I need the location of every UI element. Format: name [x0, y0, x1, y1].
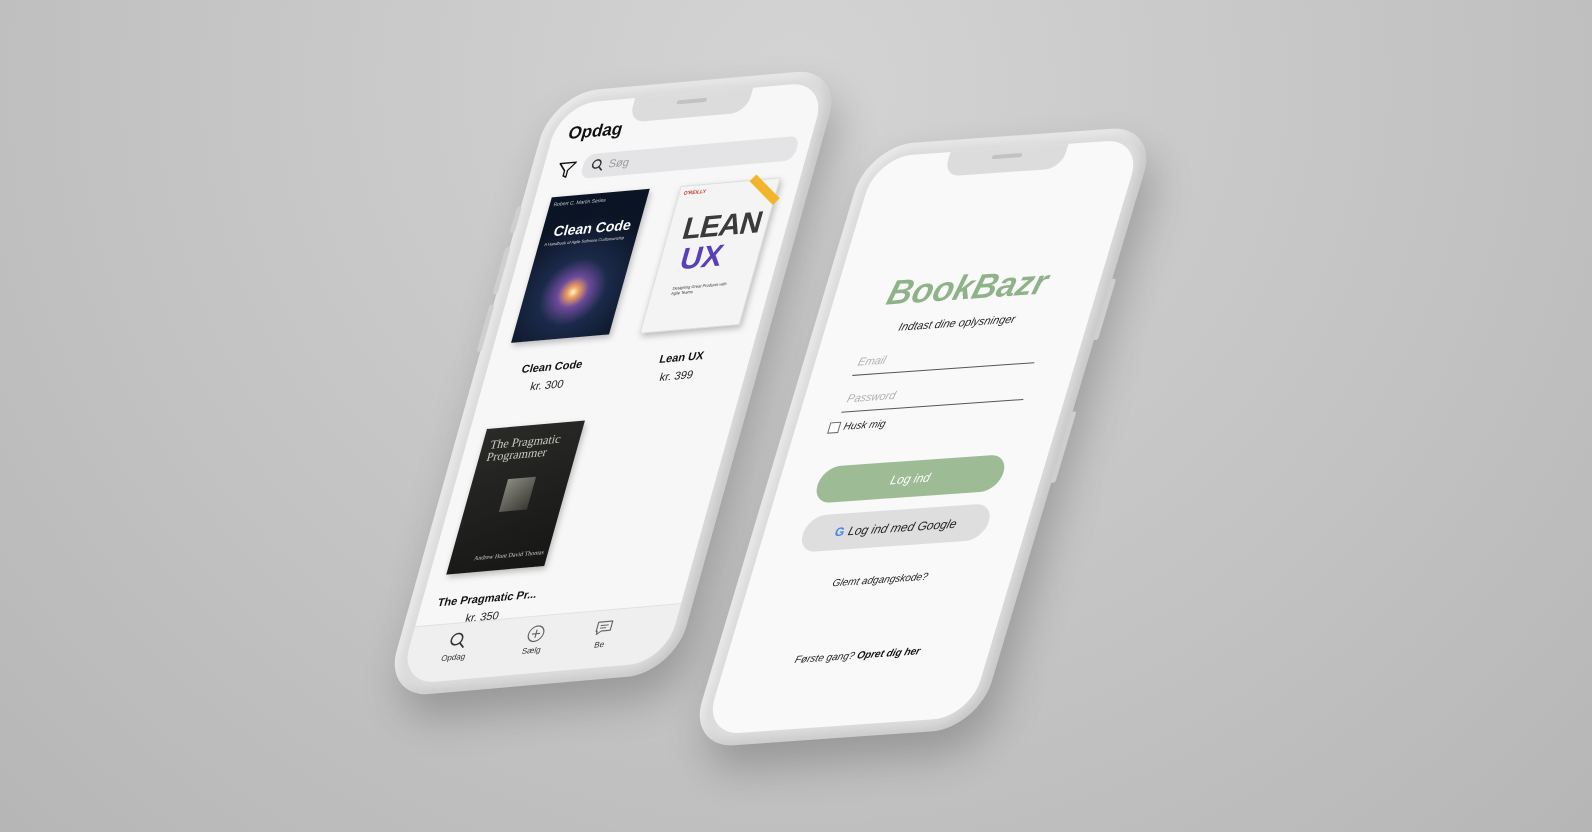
plus-circle-icon	[527, 625, 545, 643]
cover-title: The Pragmatic Programmer	[484, 431, 563, 465]
remember-label: Husk mig	[842, 418, 888, 433]
cover-publisher: O'REILLY	[682, 188, 707, 197]
brand-logo: BookBazr	[882, 262, 1053, 313]
email-field[interactable]: Email	[852, 339, 1042, 376]
book-cover: Robert C. Martin Series Clean Code A Han…	[511, 188, 650, 343]
signup-row: Første gang? Opret dig her	[723, 641, 992, 671]
google-icon: G	[832, 524, 847, 540]
book-cover: The Pragmatic Programmer Andrew Hunt Dav…	[446, 420, 585, 575]
remember-checkbox[interactable]	[827, 421, 842, 434]
tab-opdag[interactable]: Opdag	[422, 629, 491, 665]
cover-subtitle: Designing Great Products with Agile Team…	[670, 280, 728, 296]
password-field[interactable]: Password	[841, 376, 1031, 413]
book-price: kr. 399	[658, 368, 695, 385]
filter-icon[interactable]	[553, 159, 579, 181]
remember-me[interactable]: Husk mig	[827, 419, 887, 434]
tab-label: Be	[593, 639, 606, 650]
book-price: kr. 300	[528, 378, 566, 394]
cover-authors: Andrew Hunt David Thomas	[473, 549, 545, 563]
tab-beskeder[interactable]: Be	[578, 617, 627, 651]
tab-saelg[interactable]: Sælg	[500, 622, 569, 658]
search-placeholder: Søg	[607, 156, 631, 171]
cover-ribbon	[749, 174, 780, 205]
cover-image	[498, 476, 537, 512]
tab-label: Opdag	[439, 651, 467, 664]
google-button-label: Log ind med Google	[846, 516, 959, 539]
search-icon	[591, 159, 603, 171]
login-button[interactable]: Log ind	[811, 453, 1009, 504]
book-card-pragmatic-programmer[interactable]: The Pragmatic Programmer Andrew Hunt Dav…	[420, 419, 596, 628]
search-icon	[450, 632, 464, 648]
password-placeholder: Password	[845, 389, 898, 406]
forgot-password-link[interactable]: Glemt adgangskode?	[745, 566, 1014, 596]
cover-series: Robert C. Martin Series	[552, 197, 607, 209]
tab-label: Sælg	[520, 645, 542, 657]
signup-prompt: Første gang?	[793, 650, 857, 667]
book-cover: O'REILLY LEAN UX Designing Great Product…	[639, 174, 781, 334]
chat-icon	[595, 620, 614, 636]
signup-link[interactable]: Opret dig her	[855, 646, 921, 662]
page-title: Opdag	[565, 118, 626, 144]
search-input[interactable]: Søg	[579, 135, 801, 179]
google-login-button[interactable]: GLog ind med Google	[797, 503, 995, 553]
email-placeholder: Email	[856, 354, 888, 369]
